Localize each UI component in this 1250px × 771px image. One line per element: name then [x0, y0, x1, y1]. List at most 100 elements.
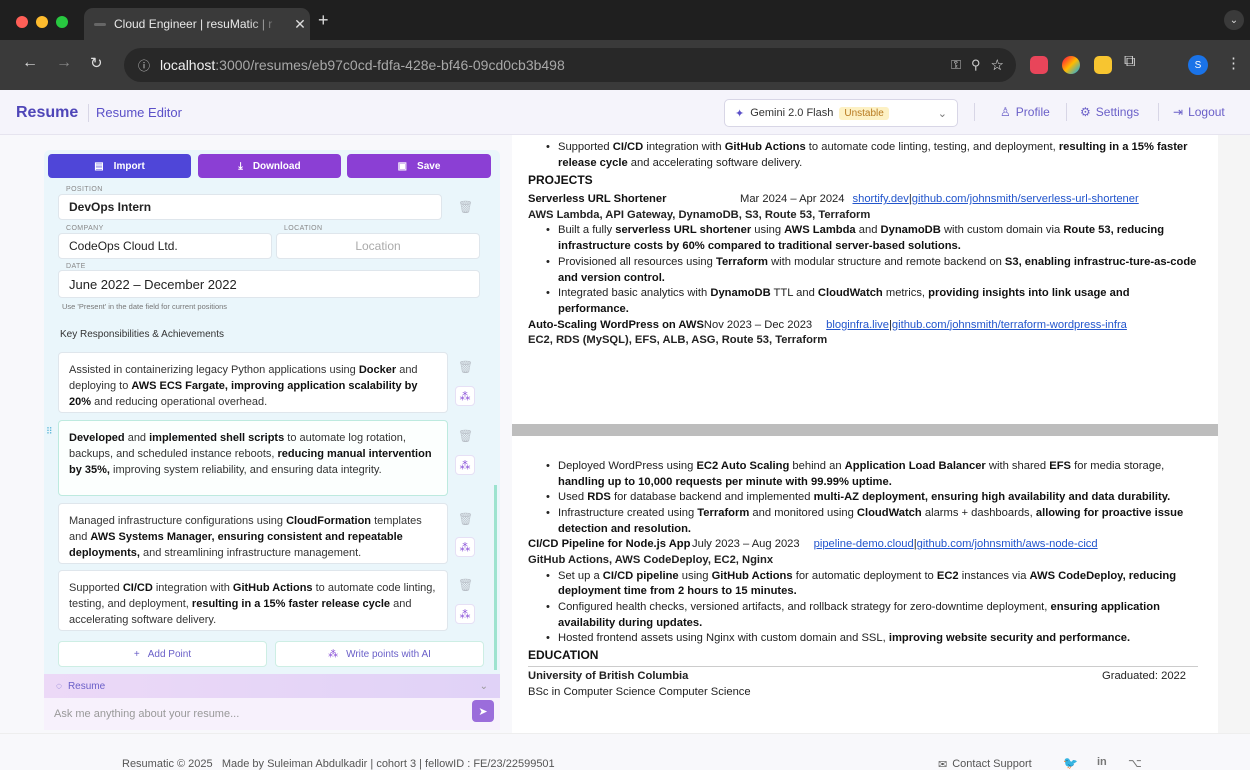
tab-search-icon[interactable]: ⌄: [1224, 10, 1244, 30]
save-button[interactable]: ▣ Save: [347, 154, 491, 178]
notes-extension-icon[interactable]: [1094, 56, 1112, 74]
reload-icon[interactable]: ↻: [90, 54, 103, 72]
point-bold: CI/CD: [122, 582, 153, 594]
download-button[interactable]: ⤓ Download: [198, 154, 341, 178]
github-link[interactable]: github.com/johnsmith/terraform-wordpress…: [892, 318, 1127, 334]
chevron-down-icon[interactable]: ⌄: [480, 681, 488, 692]
project-row: Serverless URL Shortener Mar 2024 – Apr …: [528, 192, 1198, 208]
bullet-point-card[interactable]: Assisted in containerizing legacy Python…: [58, 352, 448, 413]
company-label: COMPANY: [66, 225, 104, 232]
scroll-accent: [494, 485, 497, 670]
github-icon[interactable]: ⌥: [1128, 756, 1142, 770]
minimize-window-icon[interactable]: [36, 16, 48, 28]
bullet-point-card[interactable]: Supported CI/CD integration with GitHub …: [58, 570, 448, 631]
user-icon: ♙: [1000, 105, 1011, 119]
profile-avatar[interactable]: S: [1188, 55, 1208, 75]
resume-editor-link[interactable]: Resume Editor: [96, 105, 182, 120]
chat-icon: ◌: [56, 680, 62, 692]
trash-icon[interactable]: 🗑: [458, 512, 473, 526]
resume-bullet: Provisioned all resources using Terrafor…: [528, 255, 1198, 286]
shield-extension-icon[interactable]: [1030, 56, 1048, 74]
trash-icon[interactable]: 🗑: [458, 360, 473, 374]
bullet-point-card[interactable]: Managed infrastructure configurations us…: [58, 503, 448, 564]
date-label: DATE: [66, 263, 86, 270]
forward-icon[interactable]: →: [56, 54, 72, 72]
add-point-button[interactable]: + Add Point: [58, 641, 267, 667]
browser-menu-icon[interactable]: ⋮: [1226, 54, 1241, 72]
ai-rewrite-icon[interactable]: ⁂: [455, 604, 475, 624]
project-name: Auto-Scaling WordPress on AWS: [528, 318, 704, 331]
point-bold: Developed: [69, 432, 125, 444]
site-info-icon[interactable]: ⓘ: [138, 57, 150, 74]
project-dates: Nov 2023 – Dec 2023: [703, 318, 813, 331]
zoom-icon[interactable]: ⚲: [971, 57, 981, 73]
trash-icon[interactable]: 🗑: [458, 200, 473, 214]
send-icon[interactable]: ➤: [472, 700, 494, 722]
date-input[interactable]: June 2022 – December 2022: [58, 270, 480, 298]
extensions-puzzle-icon[interactable]: ⧉: [1124, 53, 1135, 71]
ai-rewrite-icon[interactable]: ⁂: [455, 455, 475, 475]
maximize-window-icon[interactable]: [56, 16, 68, 28]
write-ai-label: Write points with AI: [346, 648, 431, 660]
point-text: and: [124, 432, 150, 444]
logout-link[interactable]: ⇥ Logout: [1173, 105, 1225, 119]
back-icon[interactable]: ←: [22, 54, 38, 72]
header-divider: [88, 104, 89, 122]
bookmark-star-icon[interactable]: ☆: [991, 56, 1004, 74]
profile-label: Profile: [1015, 105, 1050, 119]
address-bar[interactable]: ⓘ localhost:3000/resumes/eb97c0cd-fdfa-4…: [124, 48, 1016, 82]
date-hint: Use 'Present' in the date field for curr…: [62, 302, 228, 311]
point-text: Assisted in containerizing legacy Python…: [69, 364, 359, 376]
point-bold: GitHub Actions: [232, 582, 313, 594]
point-bold: CloudFormation: [286, 515, 372, 527]
position-label: POSITION: [66, 186, 103, 193]
new-tab-icon[interactable]: +: [318, 10, 329, 31]
tab-close-icon[interactable]: ✕: [290, 16, 310, 33]
color-extension-icon[interactable]: [1062, 56, 1080, 74]
project-link[interactable]: bloginfra.live: [826, 318, 889, 334]
ai-rewrite-icon[interactable]: ⁂: [455, 537, 475, 557]
model-selector[interactable]: ✦ Gemini 2.0 Flash Unstable ⌄: [724, 99, 958, 127]
drag-handle-icon[interactable]: ⠿: [46, 426, 53, 437]
password-key-icon[interactable]: ⚿: [951, 57, 961, 73]
settings-link[interactable]: ⚙ Settings: [1080, 105, 1139, 119]
settings-label: Settings: [1095, 105, 1140, 119]
chat-header[interactable]: ◌ Resume ⌄: [44, 674, 500, 698]
download-icon: ⤓: [238, 160, 243, 172]
write-ai-button[interactable]: ⁂ Write points with AI: [275, 641, 484, 667]
point-text: and reducing operational overhead.: [91, 395, 268, 408]
chat-input[interactable]: Ask me anything about your resume...: [44, 698, 500, 730]
sparkle-icon: ⁂: [328, 648, 339, 660]
import-button[interactable]: ▤ Import: [48, 154, 191, 178]
save-label: Save: [417, 160, 441, 172]
header-divider: [1158, 103, 1159, 121]
footer-credits: Resumatic © 2025 Made by Suleiman Abdulk…: [122, 758, 555, 770]
position-input[interactable]: DevOps Intern: [58, 194, 442, 220]
save-icon: ▣: [397, 160, 408, 172]
bullet-point-card[interactable]: Developed and implemented shell scripts …: [58, 420, 448, 496]
point-text: Managed infrastructure configurations us…: [69, 515, 287, 527]
contact-support-link[interactable]: ✉ Contact Support: [938, 758, 1032, 771]
project-row: Auto-Scaling WordPress on AWS Nov 2023 –…: [528, 318, 1198, 334]
brand-logo[interactable]: Resume: [16, 104, 78, 122]
trash-icon[interactable]: 🗑: [458, 578, 473, 592]
download-label: Download: [252, 160, 301, 172]
company-input[interactable]: CodeOps Cloud Ltd.: [58, 233, 272, 259]
resume-bullet: Set up a CI/CD pipeline using GitHub Act…: [528, 569, 1198, 600]
profile-link[interactable]: ♙ Profile: [1000, 105, 1050, 119]
github-link[interactable]: github.com/johnsmith/serverless-url-shor…: [912, 192, 1139, 208]
twitter-icon[interactable]: 🐦: [1063, 756, 1078, 770]
github-link[interactable]: github.com/johnsmith/aws-node-cicd: [917, 537, 1098, 553]
header-divider: [974, 103, 975, 121]
trash-icon[interactable]: 🗑: [458, 429, 473, 443]
project-link[interactable]: pipeline-demo.cloud: [814, 537, 914, 553]
ai-rewrite-icon[interactable]: ⁂: [455, 386, 475, 406]
close-window-icon[interactable]: [16, 16, 28, 28]
project-dates: July 2023 – Aug 2023: [692, 538, 800, 551]
linkedin-icon[interactable]: in: [1097, 756, 1107, 768]
sparkle-icon: ✦: [735, 107, 745, 120]
location-input[interactable]: Location: [276, 233, 480, 259]
browser-tab[interactable]: Cloud Engineer | resuMatic | r ✕: [84, 8, 310, 40]
project-link[interactable]: shortify.dev: [853, 192, 909, 208]
resume-bullet: Deployed WordPress using EC2 Auto Scalin…: [528, 459, 1198, 490]
